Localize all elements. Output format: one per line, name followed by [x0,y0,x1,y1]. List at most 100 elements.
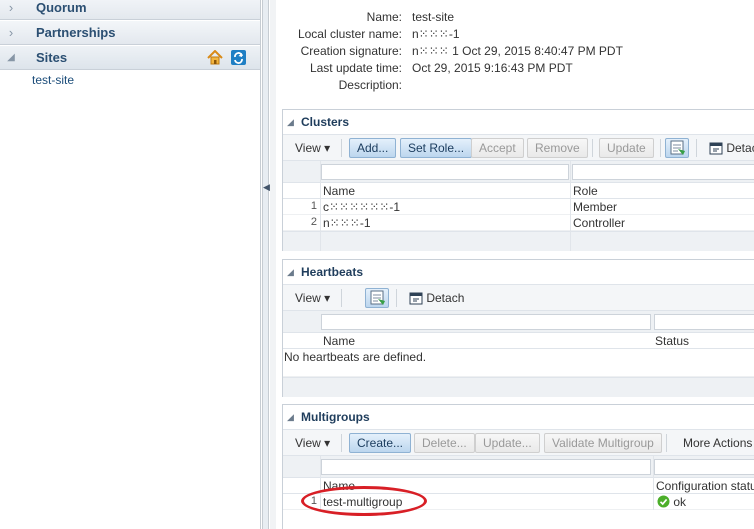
set-role-button[interactable]: Set Role... [400,138,473,158]
heartbeats-header[interactable]: ◢ Heartbeats [283,260,754,284]
filter-row [283,161,754,183]
prop-label: Description: [338,78,402,92]
app-window: › Quorum › Partnerships ◢ Sites test-sit… [0,0,754,529]
multigroups-title: Multigroups [301,410,370,424]
update-button[interactable]: Update [599,138,654,158]
update-button[interactable]: Update... [475,433,540,453]
view-menu[interactable]: View ▾ [287,288,338,308]
table-header: Name Status [283,333,754,349]
toolbar-separator [341,434,342,452]
column-header-configuration-status[interactable]: Configuration status [656,479,754,493]
column-divider [320,161,321,251]
more-actions-menu[interactable]: More Actions ▾ [675,433,754,453]
triangle-down-icon: ◢ [7,52,15,63]
column-header-status[interactable]: Status [655,334,689,348]
create-button[interactable]: Create... [349,433,412,453]
toolbar-separator [696,139,697,157]
prop-value: Oct 29, 2015 9:16:43 PM PDT [412,61,573,75]
heartbeats-panel: ◢ Heartbeats View ▾ Detach Name Status N… [282,259,754,397]
detail-pane: Name: test-site Local cluster name: n⁙⁙⁙-1… [276,0,754,529]
ok-check-icon [657,495,670,508]
query-by-example-icon[interactable] [365,288,389,308]
chevron-right-icon: › [8,25,14,40]
remove-button[interactable]: Remove [527,138,588,158]
filter-row [283,311,754,333]
left-navigation: › Quorum › Partnerships ◢ Sites test-sit… [0,0,261,529]
tree-item-test-site[interactable]: test-site [32,73,74,87]
prop-value: n⁙⁙⁙ 1 Oct 29, 2015 8:40:47 PM PDT [412,44,623,58]
accordion-quorum[interactable]: › Quorum [0,0,260,20]
pane-splitter[interactable]: ◀ [262,0,270,529]
more-actions-label: More Actions [683,436,753,450]
prop-label: Creation signature: [300,44,402,58]
collapse-left-icon[interactable]: ◀ [263,180,270,194]
accordion-quorum-label: Quorum [36,0,87,15]
table-footer [283,231,754,251]
clusters-header[interactable]: ◢ Clusters [283,110,754,134]
dropdown-arrow-icon: ▾ [324,291,331,305]
view-menu[interactable]: View ▾ [287,433,338,453]
filter-status-input[interactable] [654,314,754,330]
refresh-icon[interactable] [231,50,246,68]
collapse-triangle-icon[interactable]: ◢ [287,117,301,128]
filter-name-input[interactable] [321,164,569,180]
query-by-example-icon[interactable] [665,138,689,158]
accordion-sites[interactable]: ◢ Sites [0,46,260,70]
cluster-name: n⁙⁙⁙-1 [323,216,371,230]
chevron-right-icon: › [8,0,14,15]
toolbar-separator [592,139,593,157]
filter-status-input[interactable] [654,459,754,475]
view-label: View [295,141,321,155]
toolbar-separator [666,434,667,452]
view-label: View [295,436,321,450]
toolbar-separator [660,139,661,157]
status-text: ok [673,495,687,509]
detach-label: Detach [426,291,465,305]
table-header: Name Role [283,183,754,199]
site-properties: Name: test-site Local cluster name: n⁙⁙⁙-1… [276,10,754,95]
multigroups-toolbar: View ▾ Create... Delete... Update... Val… [283,429,754,455]
prop-label: Name: [366,10,402,24]
filter-name-input[interactable] [321,459,651,475]
accordion-partnerships-label: Partnerships [36,25,116,40]
detach-button[interactable]: Detach [401,288,472,308]
home-icon[interactable] [207,49,223,68]
column-divider [653,456,654,510]
table-footer [283,377,754,397]
prop-label: Local cluster name: [297,27,402,41]
collapse-triangle-icon[interactable]: ◢ [287,412,301,423]
row-number: 1 [310,200,317,212]
heartbeats-toolbar: View ▾ Detach [283,284,754,310]
collapse-triangle-icon[interactable]: ◢ [287,267,301,278]
column-header-name[interactable]: Name [323,334,355,348]
clusters-panel: ◢ Clusters View ▾ Add... Set Role... Acc… [282,109,754,251]
table-row[interactable]: 2 n⁙⁙⁙-1 Controller [283,215,754,231]
column-header-role[interactable]: Role [573,184,598,198]
clusters-title: Clusters [301,115,350,129]
cluster-role: Member [573,200,618,214]
multigroups-header[interactable]: ◢ Multigroups [283,405,754,429]
accordion-sites-label: Sites [36,50,68,65]
row-number: 2 [310,216,317,228]
accept-button[interactable]: Accept [471,138,524,158]
accordion-partnerships[interactable]: › Partnerships [0,21,260,45]
add-button[interactable]: Add... [349,138,397,158]
dropdown-arrow-icon: ▾ [324,436,331,450]
view-label: View [295,291,321,305]
prop-value: n⁙⁙⁙-1 [412,27,460,41]
empty-row: No heartbeats are defined. [283,349,754,377]
view-menu[interactable]: View ▾ [287,138,338,158]
column-header-name[interactable]: Name [323,184,355,198]
detach-button[interactable]: Detach [701,138,754,158]
detach-icon [409,292,423,305]
heartbeats-table: Name Status No heartbeats are defined. [283,310,754,397]
delete-button[interactable]: Delete... [414,433,475,453]
table-row[interactable]: 1 c⁙⁙⁙⁙⁙⁙-1 Member [283,199,754,215]
cluster-role: Controller [573,216,626,230]
filter-name-input[interactable] [321,314,651,330]
validate-multigroup-button[interactable]: Validate Multigroup [544,433,662,453]
clusters-table: Name Role 1 c⁙⁙⁙⁙⁙⁙-1 Member 2 n⁙⁙⁙-1 Co… [283,160,754,251]
toolbar-separator [396,289,397,307]
filter-role-input[interactable] [572,164,754,180]
multigroup-status: ok [657,495,686,509]
